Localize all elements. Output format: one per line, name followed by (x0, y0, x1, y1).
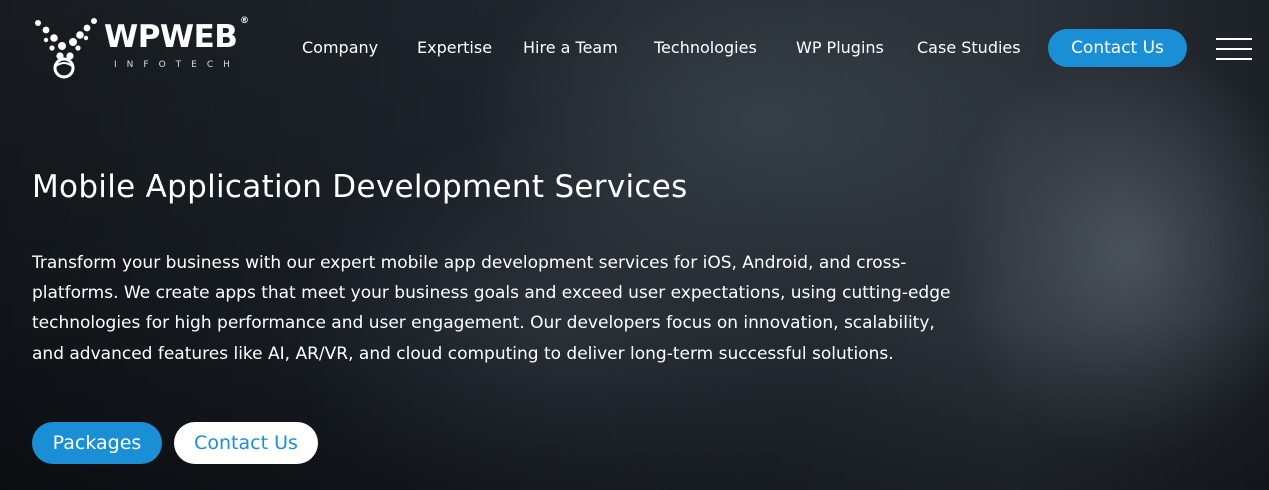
hamburger-line (1216, 38, 1252, 40)
brand-logo[interactable]: WPWEB ® INFOTECH (34, 14, 249, 80)
hamburger-line (1216, 58, 1252, 60)
hero-section: WPWEB ® INFOTECH Company Expertise Hire … (0, 0, 1269, 490)
packages-button[interactable]: Packages (32, 422, 162, 464)
brand-name: WPWEB (104, 19, 238, 55)
header-contact-button[interactable]: Contact Us (1048, 29, 1187, 67)
hamburger-menu-icon[interactable] (1216, 38, 1252, 60)
registered-mark: ® (240, 16, 249, 26)
hamburger-line (1216, 48, 1252, 50)
hero-description: Transform your business with our expert … (32, 253, 951, 364)
nav-item-hire-a-team[interactable]: Hire a Team (523, 36, 618, 60)
brand-tagline: INFOTECH (114, 60, 240, 70)
page-title: Mobile Application Development Services (32, 169, 688, 205)
nav-item-expertise[interactable]: Expertise (417, 36, 492, 60)
logo-mark-icon (35, 18, 97, 79)
nav-item-technologies[interactable]: Technologies (654, 36, 757, 60)
nav-item-wp-plugins[interactable]: WP Plugins (796, 36, 884, 60)
nav-item-company[interactable]: Company (302, 36, 378, 60)
nav-item-case-studies[interactable]: Case Studies (917, 36, 1021, 60)
contact-us-button[interactable]: Contact Us (174, 422, 318, 464)
site-header: WPWEB ® INFOTECH Company Expertise Hire … (0, 0, 1269, 96)
